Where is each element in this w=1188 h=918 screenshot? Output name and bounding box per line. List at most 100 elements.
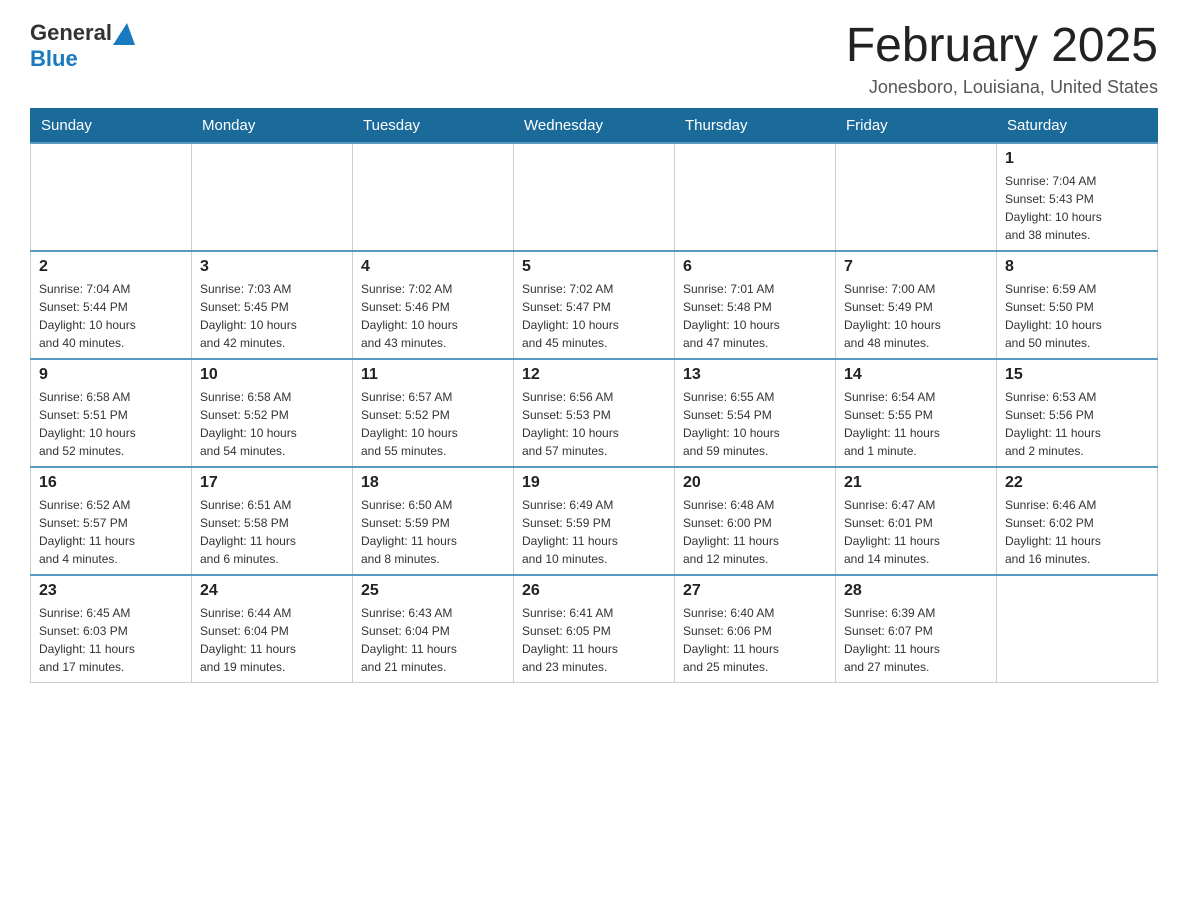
day-info: Sunrise: 6:47 AMSunset: 6:01 PMDaylight:… [844, 496, 988, 568]
day-number: 3 [200, 258, 344, 276]
calendar-day-cell [675, 143, 836, 251]
day-number: 18 [361, 474, 505, 492]
calendar-week-row: 16 Sunrise: 6:52 AMSunset: 5:57 PMDayligh… [31, 467, 1158, 575]
day-info: Sunrise: 6:49 AMSunset: 5:59 PMDaylight:… [522, 496, 666, 568]
calendar-day-cell: 14 Sunrise: 6:54 AMSunset: 5:55 PMDayligh… [836, 359, 997, 467]
logo-general-text: General [30, 20, 112, 46]
day-number: 16 [39, 474, 183, 492]
day-info: Sunrise: 7:01 AMSunset: 5:48 PMDaylight:… [683, 280, 827, 352]
calendar-day-cell: 2 Sunrise: 7:04 AMSunset: 5:44 PMDaylight… [31, 251, 192, 359]
logo: General Blue [30, 20, 135, 72]
day-info: Sunrise: 6:50 AMSunset: 5:59 PMDaylight:… [361, 496, 505, 568]
day-info: Sunrise: 6:52 AMSunset: 5:57 PMDaylight:… [39, 496, 183, 568]
day-number: 10 [200, 366, 344, 384]
day-number: 4 [361, 258, 505, 276]
day-number: 19 [522, 474, 666, 492]
day-number: 23 [39, 582, 183, 600]
calendar-day-header: Thursday [675, 108, 836, 143]
day-number: 28 [844, 582, 988, 600]
day-number: 11 [361, 366, 505, 384]
calendar-day-cell: 12 Sunrise: 6:56 AMSunset: 5:53 PMDayligh… [514, 359, 675, 467]
day-info: Sunrise: 6:55 AMSunset: 5:54 PMDaylight:… [683, 388, 827, 460]
calendar-day-cell: 17 Sunrise: 6:51 AMSunset: 5:58 PMDayligh… [192, 467, 353, 575]
location-subtitle: Jonesboro, Louisiana, United States [846, 77, 1158, 98]
calendar-day-cell: 16 Sunrise: 6:52 AMSunset: 5:57 PMDayligh… [31, 467, 192, 575]
calendar-day-cell: 5Sunrise: 7:02 AMSunset: 5:47 PMDaylight… [514, 251, 675, 359]
calendar-day-cell: 7 Sunrise: 7:00 AMSunset: 5:49 PMDaylight… [836, 251, 997, 359]
day-number: 17 [200, 474, 344, 492]
day-number: 12 [522, 366, 666, 384]
day-info: Sunrise: 6:45 AMSunset: 6:03 PMDaylight:… [39, 604, 183, 676]
logo-triangle-icon [113, 23, 135, 45]
day-number: 6 [683, 258, 827, 276]
calendar-day-cell: 6 Sunrise: 7:01 AMSunset: 5:48 PMDaylight… [675, 251, 836, 359]
day-info: Sunrise: 7:04 AMSunset: 5:43 PMDaylight:… [1005, 172, 1149, 244]
day-info: Sunrise: 6:53 AMSunset: 5:56 PMDaylight:… [1005, 388, 1149, 460]
day-number: 9 [39, 366, 183, 384]
day-info: Sunrise: 7:02 AMSunset: 5:46 PMDaylight:… [361, 280, 505, 352]
day-info: Sunrise: 7:00 AMSunset: 5:49 PMDaylight:… [844, 280, 988, 352]
calendar-day-cell: 8Sunrise: 6:59 AMSunset: 5:50 PMDaylight… [997, 251, 1158, 359]
calendar-header-row: SundayMondayTuesdayWednesdayThursdayFrid… [31, 108, 1158, 143]
day-info: Sunrise: 6:41 AMSunset: 6:05 PMDaylight:… [522, 604, 666, 676]
calendar-day-cell: 4 Sunrise: 7:02 AMSunset: 5:46 PMDaylight… [353, 251, 514, 359]
day-number: 27 [683, 582, 827, 600]
day-info: Sunrise: 6:44 AMSunset: 6:04 PMDaylight:… [200, 604, 344, 676]
day-info: Sunrise: 6:48 AMSunset: 6:00 PMDaylight:… [683, 496, 827, 568]
calendar-day-cell: 23 Sunrise: 6:45 AMSunset: 6:03 PMDayligh… [31, 575, 192, 683]
calendar-day-cell [514, 143, 675, 251]
calendar-day-header: Saturday [997, 108, 1158, 143]
day-info: Sunrise: 6:56 AMSunset: 5:53 PMDaylight:… [522, 388, 666, 460]
day-info: Sunrise: 7:04 AMSunset: 5:44 PMDaylight:… [39, 280, 183, 352]
calendar-day-cell: 18 Sunrise: 6:50 AMSunset: 5:59 PMDayligh… [353, 467, 514, 575]
calendar-week-row: 9 Sunrise: 6:58 AMSunset: 5:51 PMDaylight… [31, 359, 1158, 467]
calendar-day-cell: 9 Sunrise: 6:58 AMSunset: 5:51 PMDaylight… [31, 359, 192, 467]
calendar-day-cell: 11 Sunrise: 6:57 AMSunset: 5:52 PMDayligh… [353, 359, 514, 467]
calendar-day-header: Monday [192, 108, 353, 143]
day-number: 25 [361, 582, 505, 600]
day-number: 7 [844, 258, 988, 276]
calendar-day-cell [31, 143, 192, 251]
day-number: 13 [683, 366, 827, 384]
day-number: 1 [1005, 150, 1149, 168]
day-number: 8 [1005, 258, 1149, 276]
calendar-day-cell: 13 Sunrise: 6:55 AMSunset: 5:54 PMDayligh… [675, 359, 836, 467]
day-info: Sunrise: 6:51 AMSunset: 5:58 PMDaylight:… [200, 496, 344, 568]
calendar-day-header: Wednesday [514, 108, 675, 143]
day-info: Sunrise: 6:46 AMSunset: 6:02 PMDaylight:… [1005, 496, 1149, 568]
day-number: 14 [844, 366, 988, 384]
day-info: Sunrise: 6:39 AMSunset: 6:07 PMDaylight:… [844, 604, 988, 676]
day-number: 21 [844, 474, 988, 492]
calendar-day-cell [997, 575, 1158, 683]
day-info: Sunrise: 7:03 AMSunset: 5:45 PMDaylight:… [200, 280, 344, 352]
day-number: 24 [200, 582, 344, 600]
calendar-day-cell: 26Sunrise: 6:41 AMSunset: 6:05 PMDayligh… [514, 575, 675, 683]
day-info: Sunrise: 6:58 AMSunset: 5:51 PMDaylight:… [39, 388, 183, 460]
calendar-day-cell [192, 143, 353, 251]
calendar-day-cell: 27 Sunrise: 6:40 AMSunset: 6:06 PMDayligh… [675, 575, 836, 683]
calendar-day-cell: 24 Sunrise: 6:44 AMSunset: 6:04 PMDayligh… [192, 575, 353, 683]
calendar-week-row: 1 Sunrise: 7:04 AMSunset: 5:43 PMDaylight… [31, 143, 1158, 251]
month-title: February 2025 [846, 20, 1158, 73]
day-info: Sunrise: 6:57 AMSunset: 5:52 PMDaylight:… [361, 388, 505, 460]
calendar-day-cell: 3 Sunrise: 7:03 AMSunset: 5:45 PMDaylight… [192, 251, 353, 359]
day-info: Sunrise: 6:43 AMSunset: 6:04 PMDaylight:… [361, 604, 505, 676]
calendar-day-header: Tuesday [353, 108, 514, 143]
calendar-day-cell: 21 Sunrise: 6:47 AMSunset: 6:01 PMDayligh… [836, 467, 997, 575]
calendar-day-cell: 22Sunrise: 6:46 AMSunset: 6:02 PMDayligh… [997, 467, 1158, 575]
calendar-day-cell [836, 143, 997, 251]
logo-blue-text: Blue [30, 46, 78, 71]
day-info: Sunrise: 6:54 AMSunset: 5:55 PMDaylight:… [844, 388, 988, 460]
calendar-table: SundayMondayTuesdayWednesdayThursdayFrid… [30, 108, 1158, 683]
calendar-day-cell: 25 Sunrise: 6:43 AMSunset: 6:04 PMDayligh… [353, 575, 514, 683]
calendar-day-cell: 15 Sunrise: 6:53 AMSunset: 5:56 PMDayligh… [997, 359, 1158, 467]
day-info: Sunrise: 6:58 AMSunset: 5:52 PMDaylight:… [200, 388, 344, 460]
calendar-day-header: Friday [836, 108, 997, 143]
calendar-day-cell: 28 Sunrise: 6:39 AMSunset: 6:07 PMDayligh… [836, 575, 997, 683]
day-info: Sunrise: 6:40 AMSunset: 6:06 PMDaylight:… [683, 604, 827, 676]
title-block: February 2025 Jonesboro, Louisiana, Unit… [846, 20, 1158, 98]
day-number: 2 [39, 258, 183, 276]
day-number: 5 [522, 258, 666, 276]
day-number: 15 [1005, 366, 1149, 384]
day-number: 20 [683, 474, 827, 492]
